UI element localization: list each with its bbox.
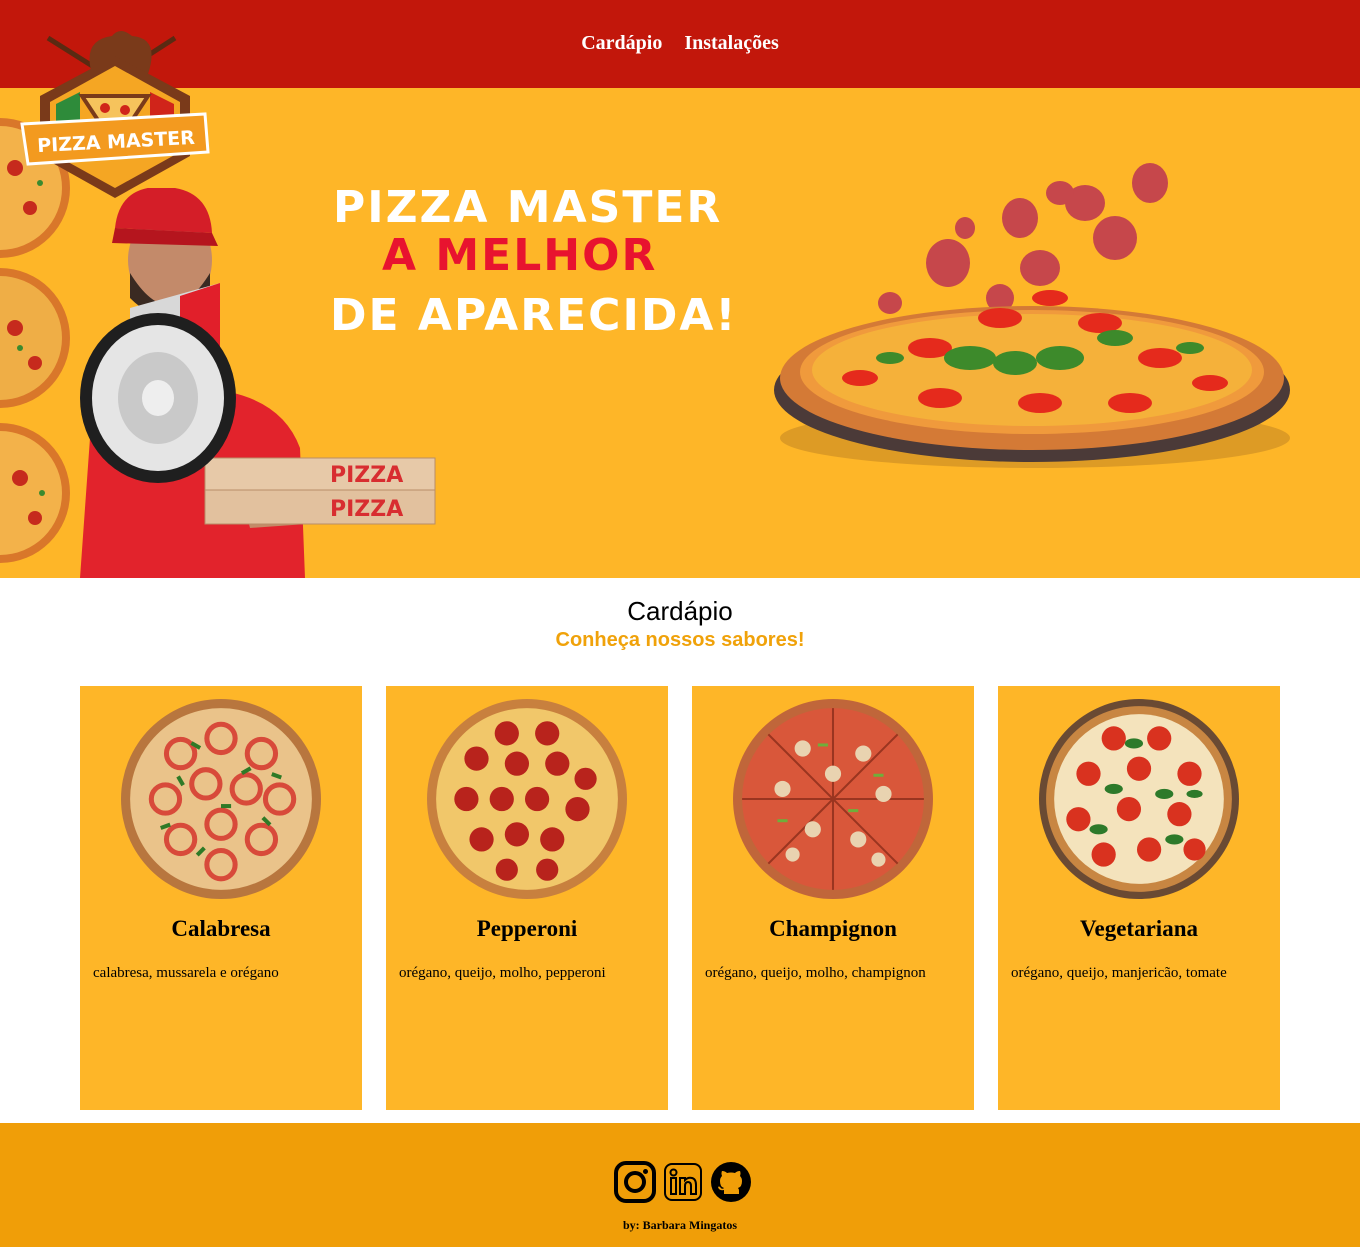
pizza-box-label: PIZZA	[330, 463, 403, 488]
nav-link-cardapio[interactable]: Cardápio	[581, 32, 662, 54]
footer-credit: by: Barbara Mingatos	[623, 1218, 737, 1232]
pizza-name-vegetariana: Vegetariana	[1080, 916, 1198, 941]
pizza-calabresa-image	[121, 699, 321, 899]
pizza-name-calabresa: Calabresa	[171, 916, 271, 941]
pizza-vegetariana-image	[1039, 699, 1239, 899]
pizza-desc-calabresa: calabresa, mussarela e orégano	[93, 965, 279, 981]
pizza-pepperoni-image	[427, 699, 627, 899]
hero-pizza-image	[774, 163, 1290, 468]
pizza-desc-champignon: orégano, queijo, molho, champignon	[705, 965, 926, 981]
pizza-desc-pepperoni: orégano, queijo, molho, pepperoni	[399, 965, 606, 981]
instagram-icon[interactable]	[614, 1161, 656, 1203]
pizza-desc-vegetariana: orégano, queijo, manjericão, tomate	[1011, 965, 1227, 981]
footer: by: Barbara Mingatos	[0, 1123, 1360, 1247]
pizza-name-champignon: Champignon	[769, 916, 897, 941]
social-icons	[614, 1161, 752, 1205]
pizza-card-pepperoni[interactable]: Pepperoni orégano, queijo, molho, pepper…	[386, 686, 668, 1110]
pizza-card-champignon[interactable]: Champignon orégano, queijo, molho, champ…	[692, 686, 974, 1110]
menu-section-title: Cardápio	[627, 596, 733, 626]
delivery-man-image: PIZZA PIZZA	[80, 188, 436, 578]
pizza-card-vegetariana[interactable]: Vegetariana orégano, queijo, manjericão,…	[998, 686, 1280, 1110]
pizza-champignon-image	[733, 699, 933, 899]
pizza-card-calabresa[interactable]: Calabresa calabresa, mussarela e orégano	[80, 686, 362, 1110]
pizza-name-pepperoni: Pepperoni	[476, 916, 578, 941]
github-icon[interactable]	[710, 1161, 752, 1203]
menu-section-subtitle: Conheça nossos sabores!	[555, 629, 805, 651]
pizza-master-logo[interactable]: PIZZA MASTER	[20, 26, 210, 206]
nav-link-instalacoes[interactable]: Instalações	[684, 32, 778, 54]
svg-text:PIZZA: PIZZA	[330, 497, 403, 522]
linkedin-icon[interactable]	[662, 1161, 704, 1203]
